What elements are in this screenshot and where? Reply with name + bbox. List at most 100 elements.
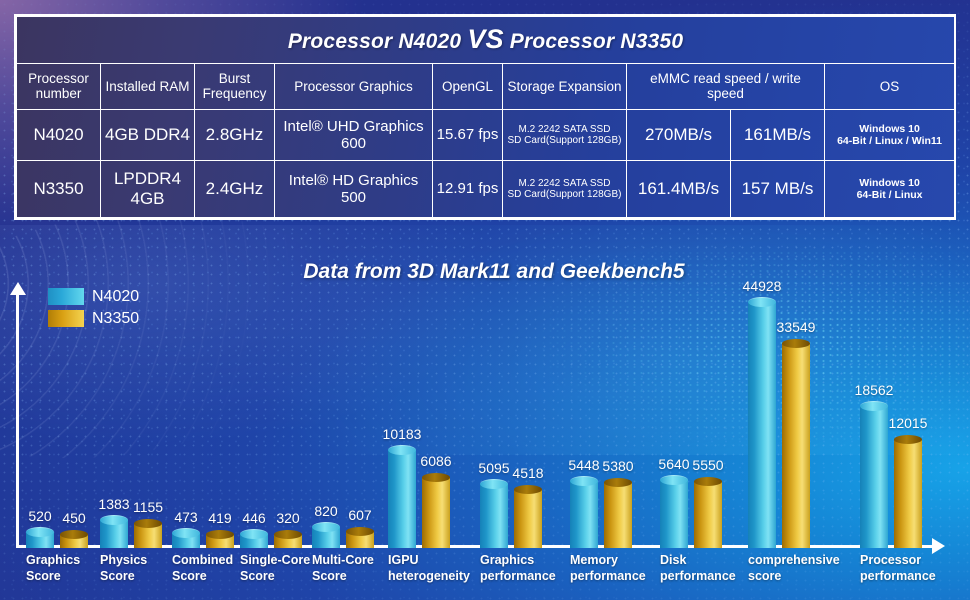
cell-burst-frequency: 2.4GHz — [194, 160, 275, 218]
header-burst-frequency: Burst Frequency — [194, 62, 275, 111]
category-label-line: Score — [172, 568, 207, 583]
bar-cap-ellipse — [346, 526, 374, 536]
bar-cap-ellipse — [694, 476, 722, 486]
category-label-line: heterogeneity — [388, 568, 470, 583]
os-line-2: 64-Bit / Linux / Win11 — [837, 135, 943, 148]
cell-emmc-read: 161.4MB/s — [626, 160, 731, 218]
bar-n3350-10: 12015 — [889, 415, 927, 548]
header-installed-ram: Installed RAM — [100, 62, 195, 111]
bar-cap-ellipse — [422, 472, 450, 482]
bar-n4020-3: 446 — [240, 510, 268, 548]
bar-value-label: 5550 — [692, 457, 724, 473]
bar-value-label: 473 — [174, 509, 198, 525]
category-label-line: Score — [240, 568, 275, 583]
bar-value-label: 5095 — [478, 460, 510, 476]
bar-n3350-6: 4518 — [512, 465, 544, 548]
bar-value-label: 320 — [276, 510, 300, 526]
cell-opengl: 12.91 fps — [432, 160, 503, 218]
category-label-line: score — [748, 568, 782, 583]
bar-value-label: 520 — [28, 508, 52, 524]
cell-burst-frequency: 2.8GHz — [194, 109, 275, 162]
bar-value-label: 450 — [62, 510, 86, 526]
bar-body — [694, 481, 722, 548]
table-title-row: Processor N4020 VS Processor N3350 — [16, 16, 954, 64]
bar-n4020-2: 473 — [172, 509, 200, 548]
bar-value-label: 5380 — [602, 458, 634, 474]
bar-n4020-4: 820 — [312, 503, 340, 548]
bar-cap-ellipse — [312, 521, 340, 532]
header-installed-ram-label: Installed RAM — [105, 78, 190, 94]
category-label-line: Combined — [172, 553, 234, 567]
header-storage-expansion: Storage Expansion — [502, 62, 627, 111]
bar-value-label: 446 — [242, 510, 266, 526]
title-vs: VS — [467, 24, 504, 55]
bar-n3350-3: 320 — [274, 510, 302, 548]
spec-table: Processor N4020 VS Processor N3350 Proce… — [16, 16, 954, 218]
cell-emmc-write: 161MB/s — [730, 109, 825, 162]
category-label-line: performance — [570, 568, 646, 583]
bar-body — [660, 480, 688, 548]
table-row: N4020 4GB DDR4 2.8GHz Intel® UHD Graphic… — [16, 109, 954, 162]
category-label-line: IGPU — [388, 553, 419, 567]
storage-line-2: SD Card(Support 128GB) — [507, 135, 622, 147]
cell-emmc-read: 270MB/s — [626, 109, 731, 162]
comparison-infographic: Processor N4020 VS Processor N3350 Proce… — [0, 0, 970, 600]
cell-emmc-write: 157 MB/s — [730, 160, 825, 218]
bar-cap-ellipse — [570, 475, 598, 486]
bar-value-label: 1383 — [98, 496, 130, 512]
bar-n3350-1: 1155 — [133, 499, 163, 548]
category-label-10: Processor performance — [860, 553, 960, 584]
header-os: OS — [823, 62, 954, 111]
bar-value-label: 820 — [314, 503, 338, 519]
bar-cap-ellipse — [480, 478, 508, 489]
bar-n4020-8: 5640 — [658, 456, 690, 548]
category-label-line: Processor — [860, 553, 922, 567]
header-storage-expansion-label: Storage Expansion — [507, 78, 622, 94]
bar-cap-ellipse — [26, 526, 54, 537]
bar-n4020-6: 5095 — [478, 460, 510, 548]
bar-cap-ellipse — [604, 477, 632, 487]
bar-value-label: 4518 — [512, 465, 544, 481]
category-label-1: Physics Score — [100, 553, 180, 584]
bar-value-label: 419 — [208, 510, 232, 526]
cell-processor-number: N3350 — [16, 160, 101, 218]
bar-cap-ellipse — [274, 529, 302, 539]
category-label-8: Disk performance — [660, 553, 752, 584]
bar-body — [388, 450, 416, 548]
bar-cap-ellipse — [894, 434, 922, 444]
category-label-6: Graphics performance — [480, 553, 574, 584]
category-label-line: performance — [860, 568, 936, 583]
bar-value-label: 18562 — [854, 382, 894, 398]
bar-cap-ellipse — [860, 400, 888, 411]
bar-n3350-0: 450 — [60, 510, 88, 548]
header-emmc-speed: eMMC read speed / write speed — [626, 62, 825, 111]
bar-value-label: 607 — [348, 507, 372, 523]
bar-n3350-5: 6086 — [420, 453, 452, 548]
bar-cap-ellipse — [514, 484, 542, 494]
category-label-line: performance — [660, 568, 736, 583]
bar-value-label: 44928 — [742, 278, 782, 294]
bar-cap-ellipse — [206, 529, 234, 539]
bar-n4020-9: 44928 — [743, 278, 781, 548]
bar-cap-ellipse — [660, 474, 688, 485]
cell-processor-graphics: Intel® HD Graphics 500 — [274, 160, 433, 218]
cell-processor-number: N4020 — [16, 109, 101, 162]
bar-cap-ellipse — [134, 518, 162, 528]
header-processor-graphics: Processor Graphics — [274, 62, 433, 111]
cell-installed-ram: 4GB DDR4 — [100, 109, 195, 162]
bar-cap-ellipse — [782, 338, 810, 348]
bar-value-label: 12015 — [888, 415, 928, 431]
bar-n3350-2: 419 — [206, 510, 234, 548]
category-label-line: Graphics — [26, 553, 81, 567]
bar-n3350-8: 5550 — [692, 457, 724, 548]
category-label-9: comprehensive score — [748, 553, 856, 584]
bar-body — [860, 406, 888, 548]
category-label-line: performance — [480, 568, 556, 583]
bar-body — [604, 482, 632, 548]
bar-body — [480, 484, 508, 548]
cell-os: Windows 10 64-Bit / Linux / Win11 — [823, 109, 954, 162]
title-right: Processor N3350 — [509, 30, 684, 54]
table-title: Processor N4020 VS Processor N3350 — [16, 16, 954, 64]
category-label-line: Physics — [100, 553, 148, 567]
category-label-0: Graphics Score — [26, 553, 106, 584]
